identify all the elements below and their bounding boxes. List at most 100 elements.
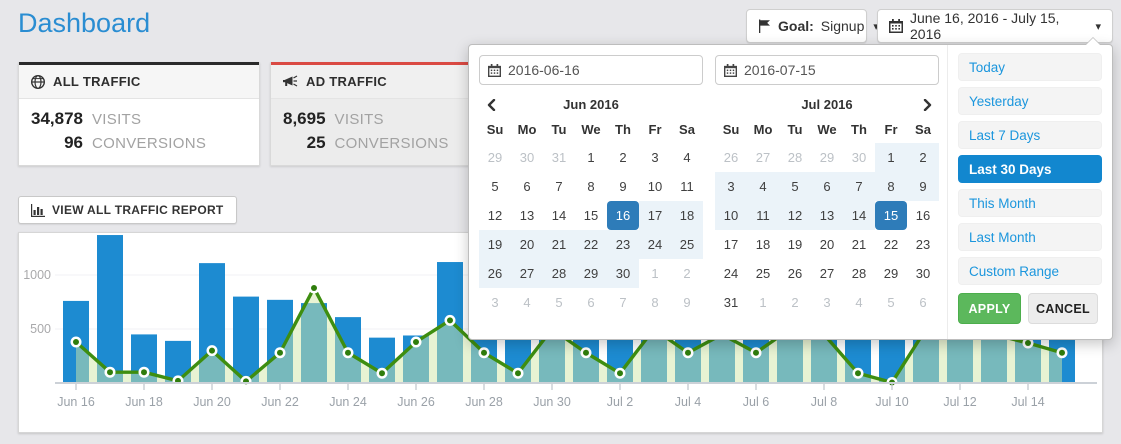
goal-dropdown-button[interactable]: Goal: Signup ▾ xyxy=(746,9,867,43)
calendar-day[interactable]: 7 xyxy=(607,288,639,317)
calendar-day[interactable]: 3 xyxy=(715,172,747,201)
calendar-day[interactable]: 27 xyxy=(811,259,843,288)
calendar-day[interactable]: 22 xyxy=(575,230,607,259)
view-all-traffic-report-button[interactable]: VIEW ALL TRAFFIC REPORT xyxy=(18,196,237,224)
calendar-day[interactable]: 10 xyxy=(715,201,747,230)
calendar-day[interactable]: 3 xyxy=(639,143,671,172)
calendar-day[interactable]: 29 xyxy=(575,259,607,288)
calendar-day[interactable]: 28 xyxy=(543,259,575,288)
calendar-day[interactable]: 20 xyxy=(511,230,543,259)
calendar-day[interactable]: 2 xyxy=(671,259,703,288)
calendar-day[interactable]: 26 xyxy=(715,143,747,172)
calendar-day[interactable]: 12 xyxy=(779,201,811,230)
calendar-day[interactable]: 8 xyxy=(875,172,907,201)
calendar-day[interactable]: 17 xyxy=(639,201,671,230)
calendar-day[interactable]: 15 xyxy=(575,201,607,230)
calendar-day[interactable]: 24 xyxy=(639,230,671,259)
calendar-day[interactable]: 6 xyxy=(907,288,939,317)
calendar-day[interactable]: 16 xyxy=(907,201,939,230)
calendar-day[interactable]: 17 xyxy=(715,230,747,259)
calendar-day[interactable]: 20 xyxy=(811,230,843,259)
calendar-day[interactable]: 6 xyxy=(575,288,607,317)
calendar-day[interactable]: 14 xyxy=(843,201,875,230)
calendar-day[interactable]: 1 xyxy=(575,143,607,172)
calendar-day[interactable]: 21 xyxy=(543,230,575,259)
calendar-day[interactable]: 28 xyxy=(843,259,875,288)
calendar-day[interactable]: 14 xyxy=(543,201,575,230)
calendar-day[interactable]: 5 xyxy=(479,172,511,201)
calendar-day-selected[interactable]: 16 xyxy=(607,201,639,230)
calendar-day[interactable]: 1 xyxy=(639,259,671,288)
daterange-dropdown-button[interactable]: June 16, 2016 - July 15, 2016 ▾ xyxy=(877,9,1113,43)
preset-yesterday[interactable]: Yesterday xyxy=(958,87,1102,115)
calendar-day[interactable]: 23 xyxy=(907,230,939,259)
calendar-day[interactable]: 11 xyxy=(671,172,703,201)
end-date-input[interactable]: 2016-07-15 xyxy=(715,55,939,85)
calendar-day[interactable]: 27 xyxy=(747,143,779,172)
calendar-day[interactable]: 5 xyxy=(875,288,907,317)
calendar-day[interactable]: 2 xyxy=(907,143,939,172)
calendar-day[interactable]: 18 xyxy=(671,201,703,230)
calendar-day[interactable]: 5 xyxy=(543,288,575,317)
cancel-button[interactable]: CANCEL xyxy=(1028,293,1098,324)
calendar-day[interactable]: 13 xyxy=(811,201,843,230)
calendar-day[interactable]: 1 xyxy=(875,143,907,172)
preset-last-30-days[interactable]: Last 30 Days xyxy=(958,155,1102,183)
calendar-day[interactable]: 4 xyxy=(747,172,779,201)
calendar-day[interactable]: 11 xyxy=(747,201,779,230)
calendar-day[interactable]: 25 xyxy=(671,230,703,259)
calendar-day[interactable]: 2 xyxy=(607,143,639,172)
calendar-day[interactable]: 7 xyxy=(843,172,875,201)
calendar-day[interactable]: 30 xyxy=(511,143,543,172)
calendar-day[interactable]: 13 xyxy=(511,201,543,230)
calendar-day[interactable]: 19 xyxy=(779,230,811,259)
preset-last-month[interactable]: Last Month xyxy=(958,223,1102,251)
calendar-day[interactable]: 6 xyxy=(511,172,543,201)
calendar-day[interactable]: 26 xyxy=(479,259,511,288)
calendar-day[interactable]: 30 xyxy=(907,259,939,288)
calendar-day[interactable]: 24 xyxy=(715,259,747,288)
calendar-day-selected[interactable]: 15 xyxy=(875,201,907,230)
calendar-day[interactable]: 12 xyxy=(479,201,511,230)
calendar-day[interactable]: 31 xyxy=(715,288,747,317)
calendar-day[interactable]: 18 xyxy=(747,230,779,259)
calendar-day[interactable]: 3 xyxy=(479,288,511,317)
calendar-day[interactable]: 4 xyxy=(511,288,543,317)
calendar-day[interactable]: 26 xyxy=(779,259,811,288)
calendar-day[interactable]: 5 xyxy=(779,172,811,201)
calendar-day[interactable]: 25 xyxy=(747,259,779,288)
calendar-day[interactable]: 23 xyxy=(607,230,639,259)
calendar-day[interactable]: 28 xyxy=(779,143,811,172)
calendar-day[interactable]: 8 xyxy=(639,288,671,317)
calendar-day[interactable]: 31 xyxy=(543,143,575,172)
apply-button[interactable]: APPLY xyxy=(958,293,1021,324)
calendar-day[interactable]: 3 xyxy=(811,288,843,317)
calendar-day[interactable]: 4 xyxy=(843,288,875,317)
calendar-day[interactable]: 30 xyxy=(843,143,875,172)
calendar-day[interactable]: 2 xyxy=(779,288,811,317)
calendar-day[interactable]: 29 xyxy=(875,259,907,288)
calendar-day[interactable]: 6 xyxy=(811,172,843,201)
preset-custom-range[interactable]: Custom Range xyxy=(958,257,1102,285)
preset-last-7-days[interactable]: Last 7 Days xyxy=(958,121,1102,149)
calendar-day[interactable]: 9 xyxy=(607,172,639,201)
calendar-day[interactable]: 9 xyxy=(671,288,703,317)
calendar-day[interactable]: 1 xyxy=(747,288,779,317)
preset-this-month[interactable]: This Month xyxy=(958,189,1102,217)
calendar-day[interactable]: 29 xyxy=(479,143,511,172)
next-month-chevron-icon[interactable] xyxy=(917,95,937,115)
calendar-day[interactable]: 22 xyxy=(875,230,907,259)
calendar-day[interactable]: 21 xyxy=(843,230,875,259)
start-date-input[interactable]: 2016-06-16 xyxy=(479,55,703,85)
calendar-day[interactable]: 7 xyxy=(543,172,575,201)
preset-today[interactable]: Today xyxy=(958,53,1102,81)
prev-month-chevron-icon[interactable] xyxy=(481,95,501,115)
calendar-day[interactable]: 27 xyxy=(511,259,543,288)
calendar-day[interactable]: 10 xyxy=(639,172,671,201)
calendar-day[interactable]: 8 xyxy=(575,172,607,201)
calendar-day[interactable]: 9 xyxy=(907,172,939,201)
calendar-day[interactable]: 29 xyxy=(811,143,843,172)
calendar-day[interactable]: 19 xyxy=(479,230,511,259)
calendar-day[interactable]: 30 xyxy=(607,259,639,288)
calendar-day[interactable]: 4 xyxy=(671,143,703,172)
